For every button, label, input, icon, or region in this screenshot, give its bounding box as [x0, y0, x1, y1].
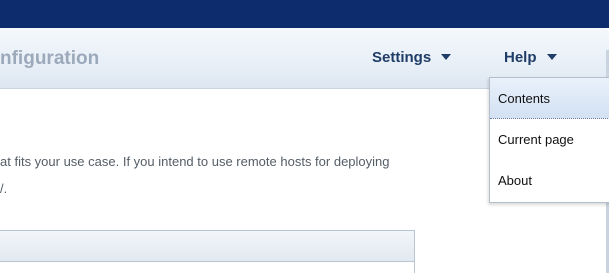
help-menu-button[interactable]: Help	[504, 46, 557, 68]
panel-border	[414, 260, 415, 273]
intro-line-1: at fits your use case. If you intend to …	[0, 154, 390, 169]
panel-header	[0, 230, 415, 262]
top-bar	[0, 0, 609, 28]
menu-item-contents[interactable]: Contents	[490, 78, 609, 119]
intro-line-2: /.	[0, 181, 8, 196]
menu-item-about[interactable]: About	[490, 160, 609, 201]
help-dropdown-menu: Contents Current page About	[489, 77, 609, 203]
intro-text: at fits your use case. If you intend to …	[0, 148, 390, 202]
settings-menu-label: Settings	[372, 48, 432, 66]
settings-menu-button[interactable]: Settings	[372, 46, 452, 68]
help-menu-label: Help	[504, 48, 537, 66]
menu-item-current-page[interactable]: Current page	[490, 119, 609, 160]
chevron-down-icon	[546, 54, 557, 60]
chevron-down-icon	[441, 54, 452, 60]
page-title: nfiguration	[0, 48, 100, 69]
